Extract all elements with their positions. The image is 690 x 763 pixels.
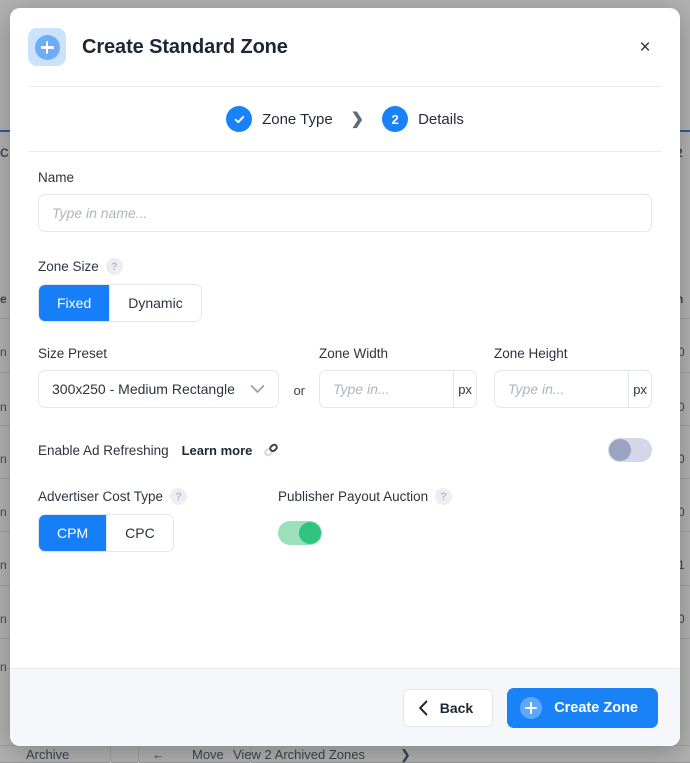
back-button-label: Back xyxy=(440,700,473,716)
zone-size-label-text: Zone Size xyxy=(38,259,99,274)
chevron-down-icon xyxy=(250,384,265,394)
publisher-payout-auction-label: Publisher Payout Auction ? xyxy=(278,488,452,505)
help-icon[interactable]: ? xyxy=(170,488,187,505)
cost-settings-row: Advertiser Cost Type ? CPM CPC Publisher… xyxy=(38,488,652,552)
close-icon[interactable]: × xyxy=(632,34,658,60)
cost-type-option-cpc[interactable]: CPC xyxy=(106,515,173,551)
advertiser-cost-type-group: Advertiser Cost Type ? CPM CPC xyxy=(38,488,278,552)
zone-height-label: Zone Height xyxy=(494,346,652,361)
publisher-payout-auction-group: Publisher Payout Auction ? xyxy=(278,488,452,552)
zone-height-group: Zone Height px xyxy=(494,346,652,408)
name-input[interactable] xyxy=(38,194,652,232)
name-field-group: Name xyxy=(38,170,652,232)
plus-square-icon xyxy=(28,28,66,66)
step-zone-type[interactable]: Zone Type xyxy=(226,106,333,132)
zone-width-input[interactable] xyxy=(320,371,453,407)
zone-size-option-fixed[interactable]: Fixed xyxy=(39,285,109,321)
modal-footer: Back Create Zone xyxy=(10,668,680,746)
publisher-payout-auction-toggle[interactable] xyxy=(278,521,322,545)
help-icon[interactable]: ? xyxy=(106,258,123,275)
cost-type-option-cpm[interactable]: CPM xyxy=(39,515,106,551)
zone-size-group: Zone Size ? Fixed Dynamic xyxy=(38,258,652,322)
chevron-right-icon: ❯ xyxy=(351,109,364,129)
advertiser-cost-type-label-text: Advertiser Cost Type xyxy=(38,489,163,504)
modal-header: Create Standard Zone × xyxy=(10,8,680,86)
zone-height-unit: px xyxy=(628,371,651,407)
step-details-label: Details xyxy=(418,111,464,128)
learn-more-link[interactable]: Learn more xyxy=(182,443,253,458)
chevron-left-icon xyxy=(418,700,429,716)
or-separator: or xyxy=(293,383,305,398)
ad-refreshing-label: Enable Ad Refreshing xyxy=(38,443,169,458)
size-preset-value: 300x250 - Medium Rectangle xyxy=(52,381,235,397)
ad-refreshing-row: Enable Ad Refreshing Learn more xyxy=(38,438,652,462)
size-preset-group: Size Preset 300x250 - Medium Rectangle xyxy=(38,346,279,408)
create-zone-button[interactable]: Create Zone xyxy=(507,688,658,728)
check-icon xyxy=(226,106,252,132)
zone-height-input[interactable] xyxy=(495,371,628,407)
create-standard-zone-modal: Create Standard Zone × Zone Type ❯ 2 Det… xyxy=(10,8,680,746)
create-zone-button-label: Create Zone xyxy=(554,700,638,716)
size-preset-select[interactable]: 300x250 - Medium Rectangle xyxy=(38,370,279,408)
chain-link-icon[interactable] xyxy=(263,442,279,458)
modal-body: Name Zone Size ? Fixed Dynamic Size Pres… xyxy=(10,152,680,668)
back-button[interactable]: Back xyxy=(403,689,493,727)
publisher-payout-auction-label-text: Publisher Payout Auction xyxy=(278,489,428,504)
name-label: Name xyxy=(38,170,652,185)
step-details-number: 2 xyxy=(382,106,408,132)
wizard-stepper: Zone Type ❯ 2 Details xyxy=(10,87,680,151)
advertiser-cost-type-segmented-control: CPM CPC xyxy=(38,514,174,552)
zone-size-option-dynamic[interactable]: Dynamic xyxy=(109,285,200,321)
size-preset-label: Size Preset xyxy=(38,346,279,361)
step-zone-type-label: Zone Type xyxy=(262,111,333,128)
ad-refreshing-toggle[interactable] xyxy=(608,438,652,462)
advertiser-cost-type-label: Advertiser Cost Type ? xyxy=(38,488,278,505)
size-configuration-row: Size Preset 300x250 - Medium Rectangle o… xyxy=(38,346,652,408)
help-icon[interactable]: ? xyxy=(435,488,452,505)
zone-width-unit: px xyxy=(453,371,476,407)
zone-width-group: Zone Width px xyxy=(319,346,477,408)
zone-size-segmented-control: Fixed Dynamic xyxy=(38,284,202,322)
zone-width-label: Zone Width xyxy=(319,346,477,361)
plus-circle-icon xyxy=(520,697,542,719)
page-title: Create Standard Zone xyxy=(82,36,288,59)
zone-size-label: Zone Size ? xyxy=(38,258,652,275)
step-details[interactable]: 2 Details xyxy=(382,106,464,132)
